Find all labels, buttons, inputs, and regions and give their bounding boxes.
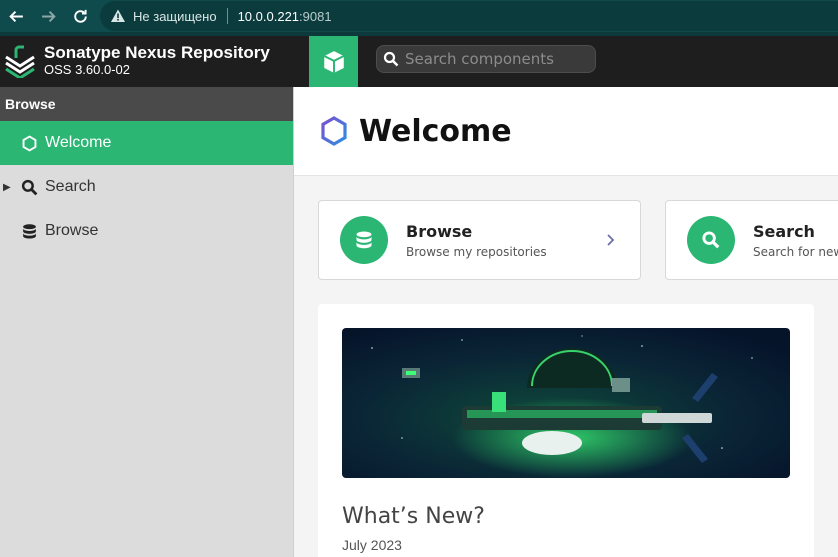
card-text: Search Search for new	[753, 222, 838, 259]
card-subtitle: Browse my repositories	[406, 244, 547, 259]
back-button[interactable]	[0, 0, 32, 32]
url-host: 10.0.0.221	[237, 8, 300, 24]
app-header: Sonatype Nexus Repository OSS 3.60.0-02	[0, 32, 838, 87]
sidebar-item-browse[interactable]: Browse	[0, 209, 293, 253]
search-icon	[687, 216, 735, 264]
chevron-right-icon	[607, 234, 615, 246]
security-indicator[interactable]: Не защищено	[110, 8, 217, 24]
search-icon	[383, 51, 399, 67]
card-title: Search	[753, 221, 815, 241]
app-version: OSS 3.60.0-02	[44, 62, 130, 77]
card-subtitle: Search for new	[753, 244, 838, 259]
page-header: Welcome	[294, 87, 838, 176]
app-title: Sonatype Nexus Repository	[44, 43, 270, 62]
whats-new-date: July 2023	[342, 537, 402, 553]
database-icon	[20, 222, 38, 240]
cube-icon	[323, 50, 344, 73]
nexus-logo-icon	[5, 45, 35, 78]
space-station-banner-image	[342, 328, 790, 478]
sidebar-item-welcome[interactable]: Welcome	[0, 121, 293, 165]
database-icon	[340, 216, 388, 264]
reload-icon	[73, 9, 87, 23]
hexagon-icon	[20, 134, 38, 152]
browse-mode-button[interactable]	[309, 36, 358, 87]
search-box[interactable]	[376, 45, 596, 73]
reload-button[interactable]	[64, 0, 96, 32]
browse-card[interactable]: Browse Browse my repositories	[318, 200, 641, 280]
arrow-right-icon	[41, 10, 56, 22]
card-text: Browse Browse my repositories	[406, 222, 547, 259]
sidebar-item-label: Browse	[45, 222, 99, 239]
brand-text: Sonatype Nexus Repository OSS 3.60.0-02	[44, 43, 270, 77]
brand[interactable]: Sonatype Nexus Repository OSS 3.60.0-02	[4, 42, 270, 78]
sidebar-section-title: Browse	[0, 87, 293, 121]
search-card[interactable]: Search Search for new	[665, 200, 838, 280]
page-title: Welcome	[359, 113, 512, 149]
search-icon	[20, 178, 38, 196]
main-content: Welcome Browse Browse my repositories Se…	[294, 87, 838, 557]
forward-button[interactable]	[32, 0, 64, 32]
whats-new-title: What’s New?	[342, 504, 485, 529]
warning-icon	[111, 9, 125, 22]
browser-toolbar: Не защищено 10.0.0.221:9081	[0, 0, 838, 32]
url-divider	[226, 8, 228, 24]
expand-caret-icon[interactable]: ▶	[3, 182, 11, 193]
hexagon-icon	[321, 116, 347, 146]
sidebar: Browse Welcome ▶ Search Browse	[0, 87, 294, 557]
whats-new-panel: What’s New? July 2023	[318, 304, 814, 557]
card-title: Browse	[406, 221, 473, 241]
sidebar-item-label: Welcome	[45, 134, 112, 151]
search-components-input[interactable]	[405, 50, 590, 68]
arrow-left-icon	[8, 10, 23, 22]
url-port: :9081	[299, 8, 332, 24]
address-bar[interactable]: Не защищено 10.0.0.221:9081	[100, 1, 838, 31]
sidebar-item-label: Search	[45, 178, 96, 195]
sidebar-item-search[interactable]: ▶ Search	[0, 165, 293, 209]
security-warning-text: Не защищено	[133, 8, 217, 24]
